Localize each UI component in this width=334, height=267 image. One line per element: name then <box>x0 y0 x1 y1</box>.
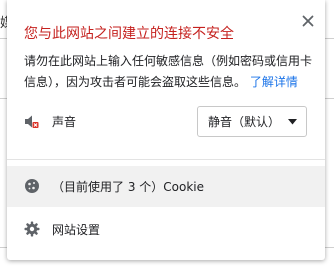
chevron-down-icon <box>288 119 297 125</box>
sound-label: 声音 <box>52 115 77 129</box>
learn-more-link[interactable]: 了解详情 <box>250 75 298 89</box>
close-button[interactable] <box>296 9 320 33</box>
cookie-icon <box>24 178 40 194</box>
connection-warning-description: 请勿在此网站上输入任何敏感信息（例如密码或信用卡 信息），因为攻击者可能会盗取这… <box>24 51 314 93</box>
site-settings-row[interactable]: 网站设置 <box>7 212 325 246</box>
description-line-1: 请勿在此网站上输入任何敏感信息（例如密码或信用卡 <box>24 54 313 68</box>
cookie-row[interactable]: （目前使用了 3 个）Cookie <box>7 166 325 207</box>
connection-warning-title: 您与此网站之间建立的连接不安全 <box>24 26 234 42</box>
sound-setting-value: 静音（默认） <box>208 115 281 129</box>
sound-setting-select[interactable]: 静音（默认） <box>197 106 307 137</box>
section-divider <box>7 159 325 160</box>
gear-icon <box>24 221 40 237</box>
close-icon <box>302 15 314 27</box>
cookie-usage-text: （目前使用了 3 个）Cookie <box>52 180 204 194</box>
site-info-popup: 您与此网站之间建立的连接不安全 请勿在此网站上输入任何敏感信息（例如密码或信用卡… <box>7 0 325 260</box>
description-line-2: 信息），因为攻击者可能会盗取这些信息。 了解详情 <box>24 75 298 89</box>
site-settings-label: 网站设置 <box>52 222 101 237</box>
sound-muted-icon <box>24 114 40 130</box>
